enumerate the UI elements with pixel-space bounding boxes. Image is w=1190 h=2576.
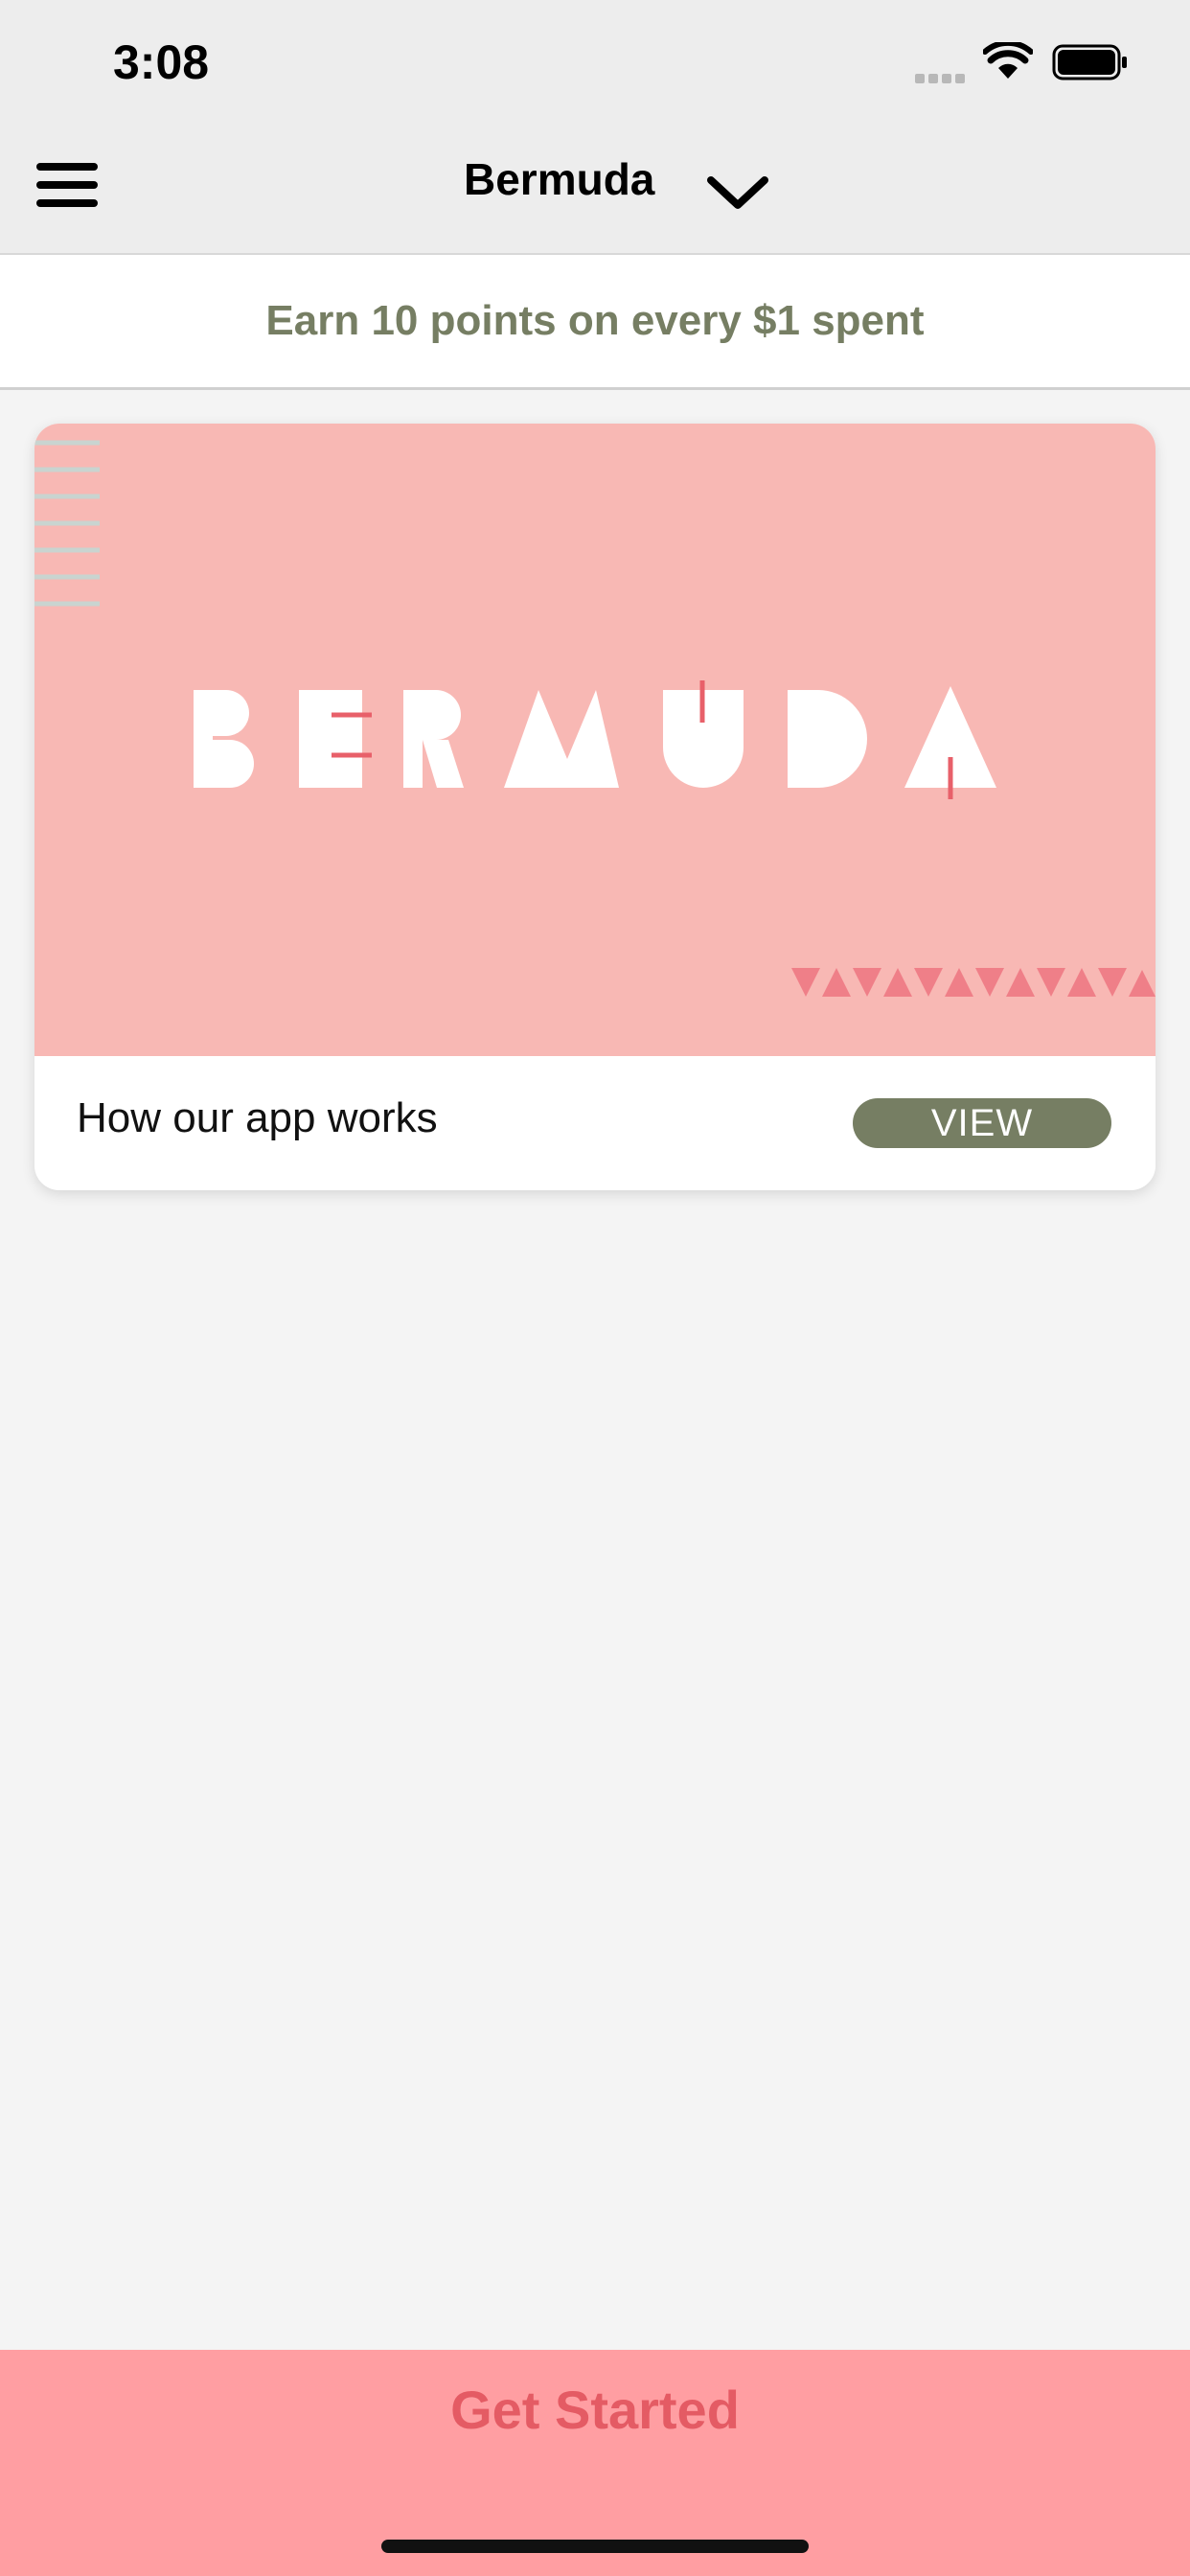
status-time: 3:08 xyxy=(113,35,210,89)
home-indicator[interactable] xyxy=(381,2540,809,2553)
battery-icon xyxy=(1052,44,1129,87)
chevron-down-icon[interactable] xyxy=(705,172,770,218)
view-button[interactable]: VIEW xyxy=(853,1098,1111,1148)
wifi-icon xyxy=(982,39,1034,85)
points-banner-text: Earn 10 points on every $1 spent xyxy=(265,297,925,344)
card-caption: How our app works xyxy=(77,1094,438,1141)
how-app-works-card[interactable]: How our app works VIEW xyxy=(34,424,1156,1190)
points-banner: Earn 10 points on every $1 spent xyxy=(0,255,1190,390)
card-image xyxy=(34,424,1156,1056)
card-footer: How our app works VIEW xyxy=(34,1056,1156,1190)
hamburger-menu-icon[interactable] xyxy=(36,163,98,215)
location-title[interactable]: Bermuda xyxy=(464,153,654,205)
get-started-label: Get Started xyxy=(450,2380,740,2440)
nav-bar: Bermuda xyxy=(0,125,1190,255)
status-bar: 3:08 xyxy=(0,0,1190,125)
bermuda-logo-graphic xyxy=(34,440,1156,997)
cellular-signal-icon xyxy=(915,71,969,88)
